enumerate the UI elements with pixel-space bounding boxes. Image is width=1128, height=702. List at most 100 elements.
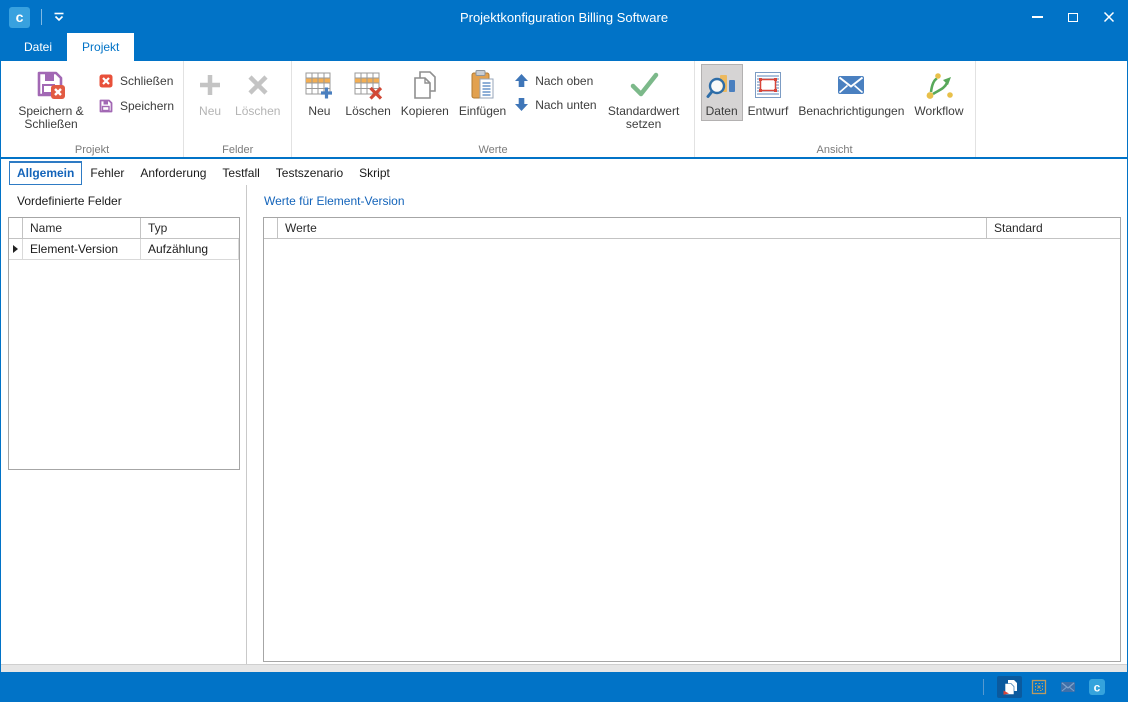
resize-strip (1, 664, 1127, 672)
set-default-button[interactable]: Standardwert setzen (600, 64, 688, 134)
workspace: Vordefinierte Felder Werte für Element-V… (1, 185, 1127, 664)
paste-label: Einfügen (459, 105, 506, 118)
save-label: Speichern (120, 99, 174, 113)
row-selector-header (9, 218, 23, 238)
notifications-icon (835, 67, 867, 103)
column-header-werte[interactable]: Werte (278, 218, 987, 238)
copy-icon (409, 67, 441, 103)
add-plus-icon (195, 67, 225, 103)
design-view-icon (752, 67, 784, 103)
row-selector-header (264, 218, 278, 238)
maximize-button[interactable] (1055, 1, 1091, 33)
workflow-icon (923, 67, 955, 103)
copy-button[interactable]: Kopieren (396, 64, 454, 121)
move-up-label: Nach oben (535, 74, 593, 88)
save-and-close-button[interactable]: Speichern & Schließen (7, 64, 95, 134)
arrow-up-icon (514, 73, 529, 88)
maximize-icon (1068, 13, 1078, 22)
field-delete-button[interactable]: Löschen (230, 64, 285, 121)
ribbon-group-werte: Neu Löschen (292, 61, 694, 157)
app-logo-status-icon: c (1088, 678, 1106, 696)
value-delete-label: Löschen (345, 105, 390, 118)
table-row[interactable]: Element-Version Aufzählung (9, 239, 239, 260)
tab-fehler[interactable]: Fehler (82, 162, 132, 185)
close-project-label: Schließen (120, 74, 173, 88)
ribbon-tab-strip: Datei Projekt (1, 33, 1127, 61)
move-up-button[interactable]: Nach oben (511, 72, 599, 89)
predefined-fields-grid: Name Typ Element-Version Aufzählung (8, 217, 240, 470)
close-project-button[interactable]: Schließen (95, 72, 177, 90)
delete-x-icon (243, 67, 273, 103)
view-daten-label: Daten (706, 105, 738, 118)
title-bar: c Projektkonfiguration Billing Software (1, 1, 1127, 33)
status-entwurf-view-button[interactable] (1026, 676, 1051, 698)
data-view-icon (706, 67, 738, 103)
tab-testszenario[interactable]: Testszenario (268, 162, 351, 185)
tab-skript[interactable]: Skript (351, 162, 398, 185)
minimize-icon (1032, 16, 1043, 18)
field-delete-label: Löschen (235, 105, 280, 118)
group-label-felder: Felder (184, 144, 291, 156)
view-entwurf-button[interactable]: Entwurf (743, 64, 794, 121)
field-new-button[interactable]: Neu (190, 64, 230, 121)
ribbon-tab-projekt[interactable]: Projekt (67, 33, 134, 61)
left-panel-title: Vordefinierte Felder (17, 194, 122, 208)
view-benachrichtigungen-button[interactable]: Benachrichtigungen (793, 64, 909, 121)
row-selector-cell[interactable] (9, 239, 23, 259)
close-icon (1103, 11, 1115, 23)
copy-label: Kopieren (401, 105, 449, 118)
app-logo-icon[interactable]: c (9, 7, 30, 28)
move-down-label: Nach unten (535, 98, 596, 112)
view-entwurf-label: Entwurf (748, 105, 789, 118)
ribbon-group-felder: Neu Löschen Felder (184, 61, 292, 157)
table-add-icon (303, 67, 335, 103)
status-separator (983, 679, 984, 695)
design-view-status-icon (1030, 678, 1048, 696)
status-bar: c (1, 672, 1127, 701)
values-grid-header: Werte Standard (264, 218, 1120, 239)
status-daten-view-button[interactable] (997, 676, 1022, 698)
cell-name[interactable]: Element-Version (23, 239, 141, 259)
notifications-status-icon (1059, 678, 1077, 696)
data-view-status-icon (1001, 678, 1019, 696)
group-label-ansicht: Ansicht (695, 144, 975, 156)
panel-splitter[interactable] (246, 185, 247, 664)
save-close-icon (35, 67, 67, 103)
tab-anforderung[interactable]: Anforderung (132, 162, 214, 185)
quick-access-separator (41, 9, 42, 25)
close-button[interactable] (1091, 1, 1127, 33)
minimize-button[interactable] (1019, 1, 1055, 33)
tab-allgemein[interactable]: Allgemein (9, 161, 82, 185)
value-delete-button[interactable]: Löschen (340, 64, 395, 121)
view-workflow-button[interactable]: Workflow (909, 64, 968, 121)
svg-text:c: c (1093, 680, 1100, 694)
save-and-close-label: Speichern & Schließen (12, 105, 90, 131)
value-new-button[interactable]: Neu (298, 64, 340, 121)
column-header-standard[interactable]: Standard (987, 218, 1120, 238)
window-title: Projektkonfiguration Billing Software (1, 10, 1127, 25)
column-header-name[interactable]: Name (23, 218, 141, 238)
group-label-werte: Werte (292, 144, 693, 156)
field-new-label: Neu (199, 105, 221, 118)
close-document-icon (98, 73, 114, 89)
save-button[interactable]: Speichern (95, 97, 177, 115)
cell-typ[interactable]: Aufzählung (141, 239, 239, 259)
current-row-indicator-icon (13, 245, 18, 253)
document-tab-strip: Allgemein Fehler Anforderung Testfall Te… (1, 159, 1127, 185)
column-header-typ[interactable]: Typ (141, 218, 239, 238)
status-benachrichtigungen-button[interactable] (1055, 676, 1080, 698)
checkmark-icon (627, 67, 661, 103)
paste-button[interactable]: Einfügen (454, 64, 511, 121)
status-app-logo-button[interactable]: c (1084, 676, 1109, 698)
app-window: c Projektkonfiguration Billing Software … (0, 0, 1128, 702)
quick-access-customize-icon[interactable] (53, 12, 65, 22)
value-new-label: Neu (308, 105, 330, 118)
group-label-projekt: Projekt (1, 144, 183, 156)
ribbon-tab-datei[interactable]: Datei (9, 33, 67, 61)
view-daten-button[interactable]: Daten (701, 64, 743, 121)
move-down-button[interactable]: Nach unten (511, 96, 599, 113)
tab-testfall[interactable]: Testfall (214, 162, 267, 185)
ribbon: Speichern & Schließen Schließen (1, 61, 1127, 159)
table-delete-icon (352, 67, 384, 103)
paste-icon (467, 67, 499, 103)
